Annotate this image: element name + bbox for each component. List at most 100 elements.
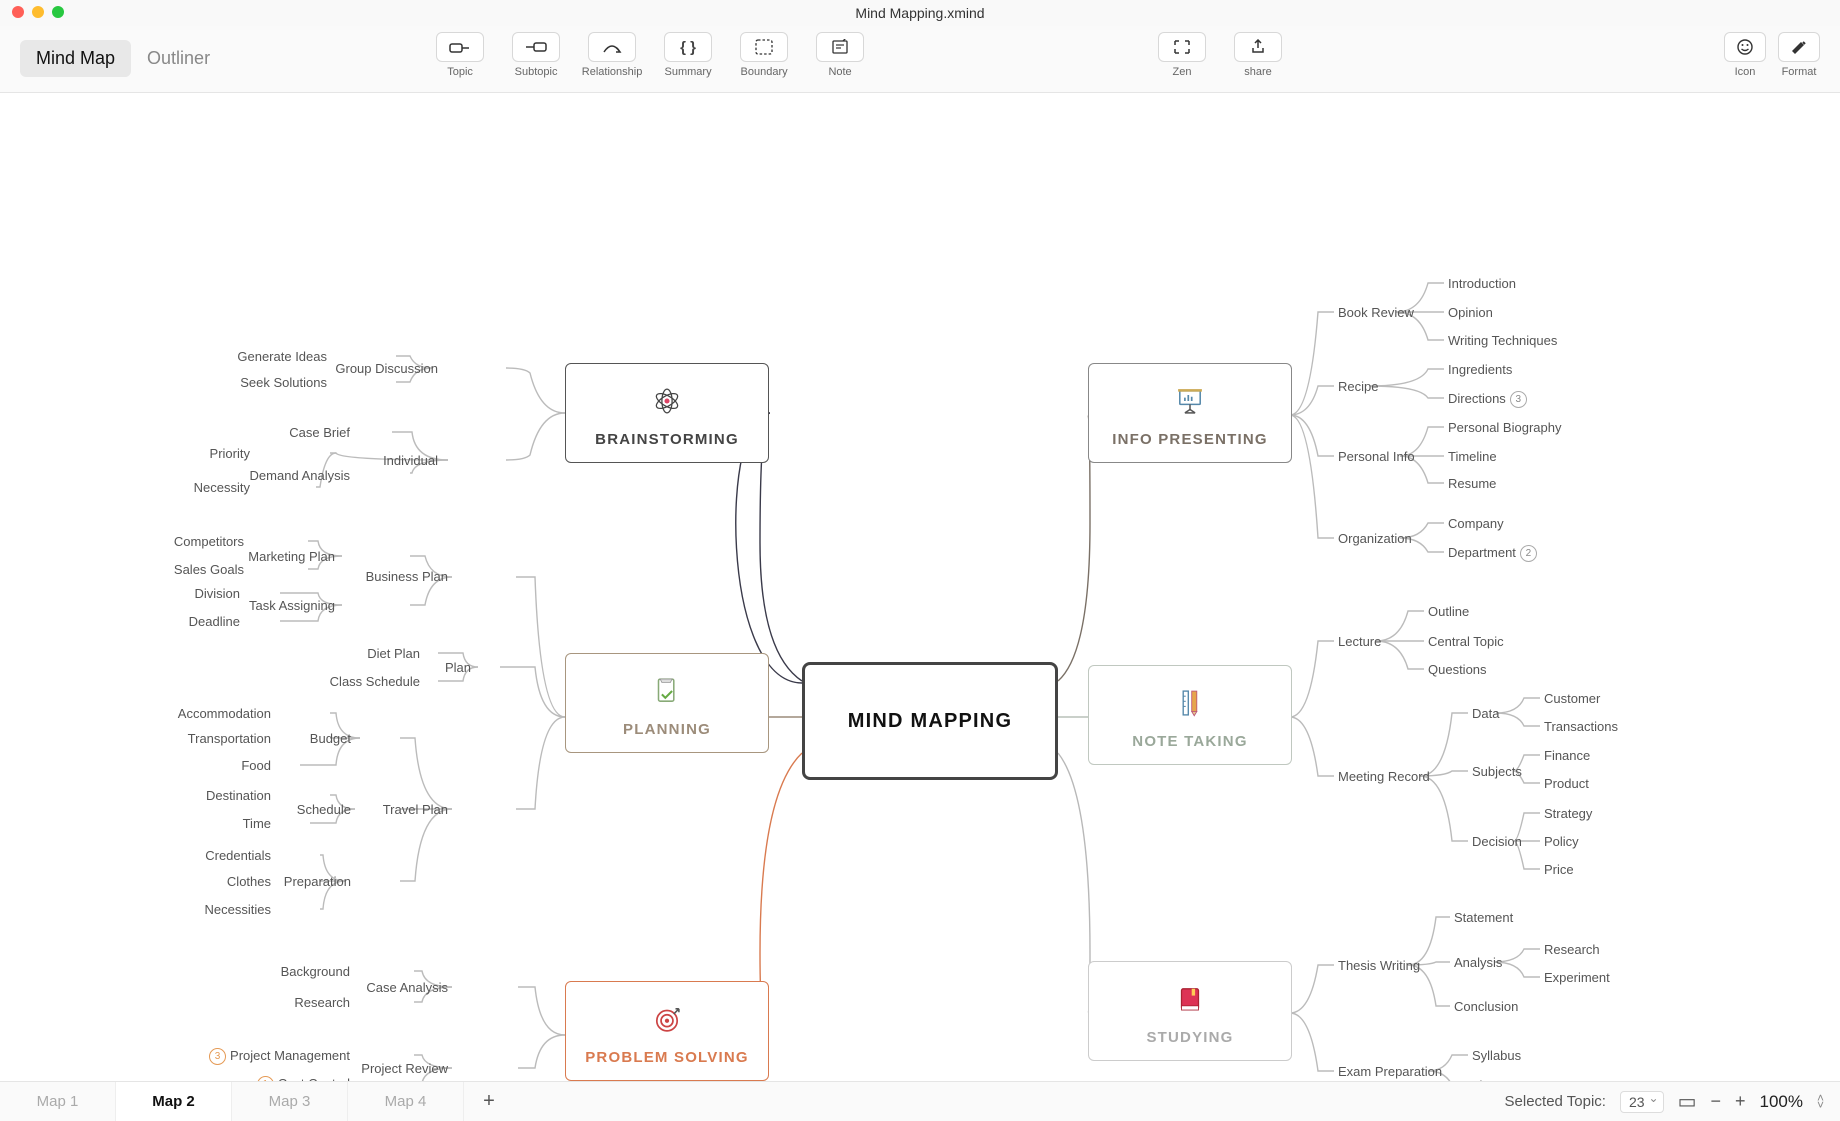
topic-node[interactable]: Transportation	[188, 731, 271, 746]
branch-note-taking[interactable]: NOTE TAKING	[1088, 665, 1292, 765]
topic-node[interactable]: Writing Techniques	[1448, 333, 1557, 348]
topic-node[interactable]: Timeline	[1448, 449, 1497, 464]
topic-node[interactable]: Personal Info	[1338, 449, 1415, 464]
topic-node[interactable]: Case Analysis	[366, 980, 448, 995]
topic-node[interactable]: Opinion	[1448, 305, 1493, 320]
topic-node[interactable]: Introduction	[1448, 276, 1516, 291]
add-sheet-button[interactable]: +	[464, 1082, 514, 1121]
branch-problem-solving[interactable]: PROBLEM SOLVING	[565, 981, 769, 1081]
topic-node[interactable]: Customer	[1544, 691, 1600, 706]
topic-node[interactable]: Division	[194, 586, 240, 601]
topic-node[interactable]: Project Review	[361, 1061, 448, 1076]
topic-node[interactable]: Background	[281, 964, 350, 979]
zoom-in-button[interactable]: +	[1735, 1091, 1746, 1112]
topic-node[interactable]: Necessity	[194, 480, 250, 495]
topic-node[interactable]: Demand Analysis	[250, 468, 350, 483]
topic-node[interactable]: Seek Solutions	[240, 375, 327, 390]
minimize-window-button[interactable]	[32, 6, 44, 18]
topic-node[interactable]: Personal Biography	[1448, 420, 1561, 435]
topic-node[interactable]: Directions3	[1448, 391, 1527, 408]
topic-node[interactable]: Transactions	[1544, 719, 1618, 734]
topic-node[interactable]: Analysis	[1454, 955, 1502, 970]
topic-node[interactable]: Price	[1544, 862, 1574, 877]
topic-node[interactable]: Task Assigning	[249, 598, 335, 613]
topic-button[interactable]: Topic	[426, 32, 494, 78]
topic-node[interactable]: Case Brief	[289, 425, 350, 440]
topic-node[interactable]: Decision	[1472, 834, 1522, 849]
topic-node[interactable]: Sales Goals	[174, 562, 244, 577]
branch-brainstorming[interactable]: BRAINSTORMING	[565, 363, 769, 463]
topic-node[interactable]: Class Schedule	[330, 674, 420, 689]
sheet-tab[interactable]: Map 4	[348, 1082, 464, 1121]
zen-button[interactable]: Zen	[1148, 32, 1216, 78]
topic-node[interactable]: Strategy	[1544, 806, 1592, 821]
topic-node[interactable]: Budget	[310, 731, 351, 746]
topic-node[interactable]: Accommodation	[178, 706, 271, 721]
summary-button[interactable]: { } Summary	[654, 32, 722, 78]
mind-map-canvas[interactable]: MIND MAPPING BRAINSTORMING PLANNING PROB…	[0, 93, 1840, 1083]
topic-node[interactable]: Group Discussion	[335, 361, 438, 376]
branch-planning[interactable]: PLANNING	[565, 653, 769, 753]
topic-node[interactable]: Generate Ideas	[237, 349, 327, 364]
topic-node[interactable]: Policy	[1544, 834, 1579, 849]
tab-mind-map[interactable]: Mind Map	[20, 40, 131, 77]
share-button[interactable]: share	[1224, 32, 1292, 78]
note-button[interactable]: Note	[806, 32, 874, 78]
topic-node[interactable]: Clothes	[227, 874, 271, 889]
topic-node[interactable]: Ingredients	[1448, 362, 1512, 377]
topic-node[interactable]: Conclusion	[1454, 999, 1518, 1014]
relationship-button[interactable]: Relationship	[578, 32, 646, 78]
map-overview-icon[interactable]: ▭	[1678, 1089, 1697, 1114]
topic-node[interactable]: Outline	[1428, 604, 1469, 619]
zoom-stepper[interactable]: ˄˅	[1817, 1095, 1824, 1109]
tab-outliner[interactable]: Outliner	[131, 40, 226, 77]
topic-node[interactable]: Subjects	[1472, 764, 1522, 779]
topic-node[interactable]: Data	[1472, 706, 1499, 721]
topic-node[interactable]: Recipe	[1338, 379, 1378, 394]
sheet-tab[interactable]: Map 2	[116, 1082, 232, 1121]
topic-node[interactable]: Deadline	[189, 614, 240, 629]
topic-node[interactable]: Syllabus	[1472, 1048, 1521, 1063]
central-topic[interactable]: MIND MAPPING	[802, 662, 1058, 780]
topic-node[interactable]: Destination	[206, 788, 271, 803]
branch-info-presenting[interactable]: INFO PRESENTING	[1088, 363, 1292, 463]
topic-node[interactable]: Travel Plan	[383, 802, 448, 817]
subtopic-button[interactable]: Subtopic	[502, 32, 570, 78]
sheet-tab[interactable]: Map 3	[232, 1082, 348, 1121]
topic-node[interactable]: Department2	[1448, 545, 1537, 562]
topic-node[interactable]: Necessities	[205, 902, 271, 917]
topic-node[interactable]: Research	[1544, 942, 1600, 957]
topic-node[interactable]: Time	[243, 816, 271, 831]
topic-node[interactable]: Meeting Record	[1338, 769, 1430, 784]
branch-studying[interactable]: STUDYING	[1088, 961, 1292, 1061]
topic-node[interactable]: Individual	[383, 453, 438, 468]
topic-node[interactable]: Business Plan	[366, 569, 448, 584]
zoom-out-button[interactable]: −	[1710, 1091, 1721, 1112]
topic-node[interactable]: Marketing Plan	[248, 549, 335, 564]
sheet-tab[interactable]: Map 1	[0, 1082, 116, 1121]
topic-node[interactable]: Finance	[1544, 748, 1590, 763]
topic-node[interactable]: Preparation	[284, 874, 351, 889]
topic-node[interactable]: Research	[294, 995, 350, 1010]
topic-node[interactable]: Book Review	[1338, 305, 1414, 320]
topic-node[interactable]: Priority	[210, 446, 250, 461]
topic-node[interactable]: Product	[1544, 776, 1589, 791]
topic-node[interactable]: Central Topic	[1428, 634, 1504, 649]
topic-node[interactable]: Experiment	[1544, 970, 1610, 985]
topic-node[interactable]: Schedule	[297, 802, 351, 817]
boundary-button[interactable]: Boundary	[730, 32, 798, 78]
topic-node[interactable]: Questions	[1428, 662, 1487, 677]
topic-node[interactable]: Lecture	[1338, 634, 1381, 649]
topic-node[interactable]: Thesis Writing	[1338, 958, 1420, 973]
topic-node[interactable]: Food	[241, 758, 271, 773]
maximize-window-button[interactable]	[52, 6, 64, 18]
topic-node[interactable]: Credentials	[205, 848, 271, 863]
topic-node[interactable]: Plan	[445, 660, 471, 675]
topic-node[interactable]: 3Project Management	[209, 1048, 350, 1065]
topic-node[interactable]: Statement	[1454, 910, 1513, 925]
topic-node[interactable]: Competitors	[174, 534, 244, 549]
topic-node[interactable]: Company	[1448, 516, 1504, 531]
format-button[interactable]: Format	[1776, 32, 1822, 78]
topic-node[interactable]: Resume	[1448, 476, 1496, 491]
topic-node[interactable]: Exam Preparation	[1338, 1064, 1442, 1079]
